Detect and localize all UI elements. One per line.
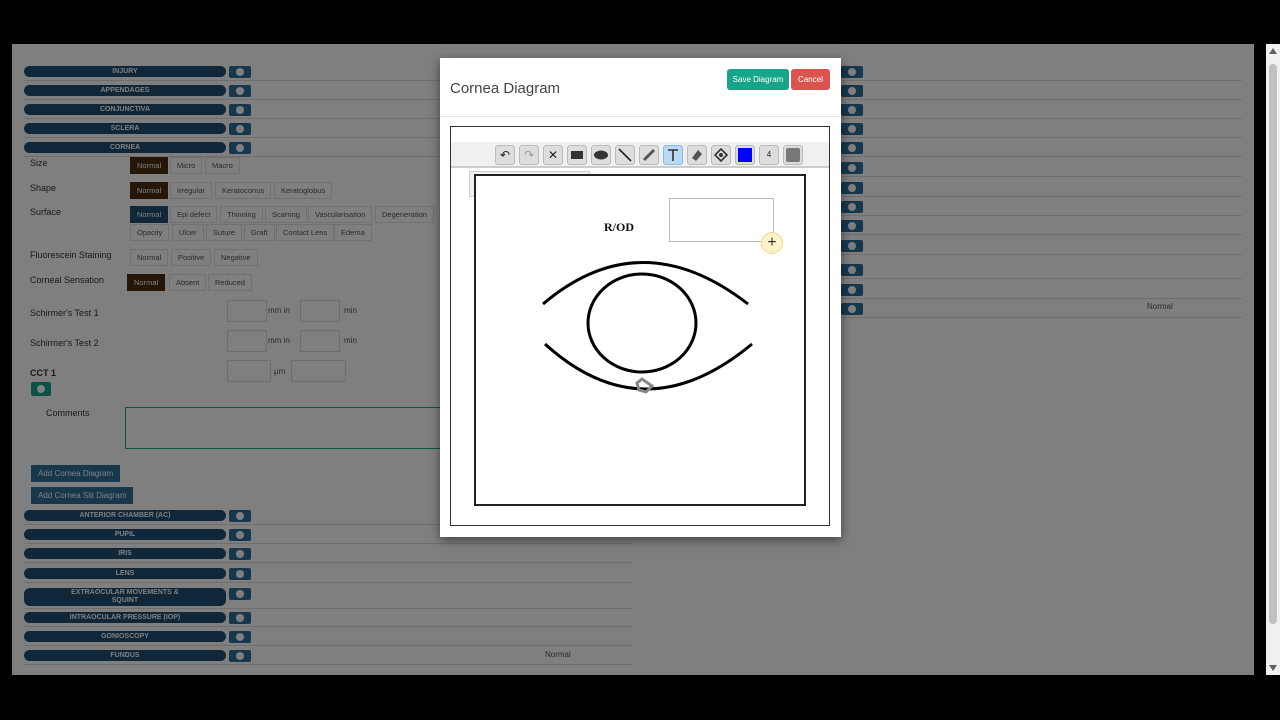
clear-icon[interactable]: ✕ [543,145,563,165]
cancel-button[interactable]: Cancel [791,69,830,90]
modal-title: Cornea Diagram [450,80,561,97]
drawing-mark [635,377,655,394]
fill-tool-icon[interactable] [711,145,731,165]
text-tool-icon[interactable] [663,145,683,165]
background-color-picker[interactable] [783,145,803,165]
save-diagram-button[interactable]: Save Diagram [727,69,789,90]
line-width-selector[interactable]: 4 [759,145,779,165]
cornea-diagram-modal: Cornea Diagram Save Diagram Cancel ↶ ↷ ✕ [440,58,841,537]
color-swatch [738,148,752,162]
scroll-up-icon[interactable] [1269,48,1277,54]
upper-eyelid-outline [542,261,749,306]
page-scrollbar[interactable] [1266,44,1280,675]
scrollbar-thumb[interactable] [1269,64,1277,624]
eraser-tool-icon[interactable] [687,145,707,165]
eye-side-label: R/OD [604,220,634,234]
rectangle-tool-icon[interactable] [567,145,587,165]
modal-header-divider [440,116,841,117]
text-input-box[interactable] [669,198,774,242]
drawing-toolbar: ↶ ↷ ✕ 4 [451,142,829,168]
cornea-drawing-area[interactable]: R/OD + [474,174,806,506]
line-tool-icon[interactable] [615,145,635,165]
app-viewport: INJURYAPPENDAGESCONJUNCTIVASCLERACORNEA … [12,44,1254,675]
undo-icon[interactable]: ↶ [495,145,515,165]
ellipse-tool-icon[interactable] [591,145,611,165]
cornea-outline [586,272,698,374]
scroll-down-icon[interactable] [1269,665,1277,671]
move-handle-icon[interactable]: + [761,232,783,254]
drawing-canvas-frame: ↶ ↷ ✕ 4 R/OD + [450,126,830,526]
color-picker[interactable] [735,145,755,165]
redo-icon[interactable]: ↷ [519,145,539,165]
pencil-tool-icon[interactable] [639,145,659,165]
